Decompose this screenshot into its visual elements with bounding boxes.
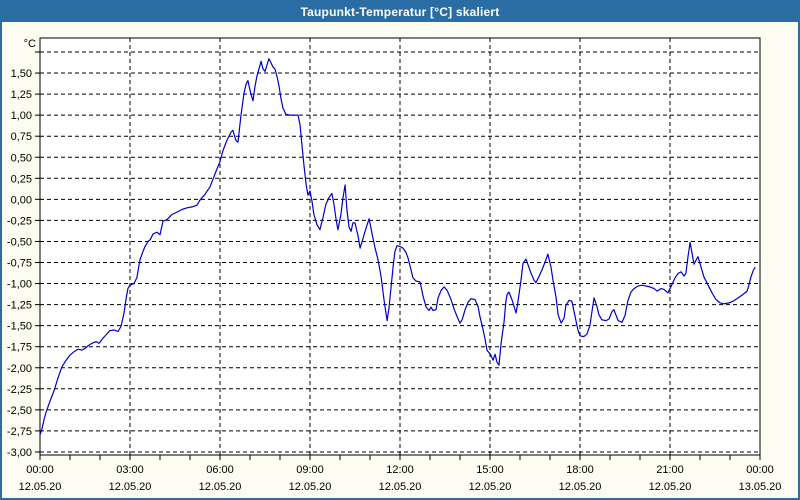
window-title: Taupunkt-Temperatur [°C] skaliert [300,5,500,19]
x-axis-time-labels: 00:00 03:00 06:00 09:00 12:00 15:00 18:00 21:00… [26,464,774,476]
svg-text:03:00: 03:00 [116,464,144,476]
svg-text:12.05.20: 12.05.20 [19,481,62,493]
y-axis-ticks [35,51,40,453]
svg-text:12:00: 12:00 [386,464,414,476]
svg-text:00:00: 00:00 [26,464,54,476]
svg-text:-1,50: -1,50 [7,321,32,333]
svg-text:1,50: 1,50 [11,68,32,80]
svg-text:09:00: 09:00 [296,464,324,476]
svg-text:12.05.20: 12.05.20 [289,481,332,493]
svg-text:18:00: 18:00 [566,464,594,476]
svg-text:00:00: 00:00 [746,464,774,476]
svg-text:15:00: 15:00 [476,464,504,476]
svg-text:-1,25: -1,25 [7,300,32,312]
svg-text:-2,00: -2,00 [7,363,32,375]
svg-text:-2,25: -2,25 [7,384,32,396]
svg-text:-1,75: -1,75 [7,342,32,354]
svg-text:12.05.20: 12.05.20 [559,481,602,493]
svg-text:12.05.20: 12.05.20 [199,481,242,493]
x-axis-ticks [39,455,761,460]
svg-text:0,00: 0,00 [11,194,32,206]
svg-text:-0,25: -0,25 [7,215,32,227]
svg-text:-3,00: -3,00 [7,447,32,459]
svg-text:1,25: 1,25 [11,89,32,101]
svg-text:12.05.20: 12.05.20 [649,481,692,493]
svg-text:12.05.20: 12.05.20 [109,481,152,493]
svg-text:-0,75: -0,75 [7,258,32,270]
svg-text:1,00: 1,00 [11,110,32,122]
y-axis-unit-label: °C [24,38,36,50]
svg-text:0,75: 0,75 [11,131,32,143]
svg-text:-1,00: -1,00 [7,279,32,291]
y-axis-labels: 1,50 1,25 1,00 0,75 0,50 0,25 0,00 -0,25 -0,50 -0… [7,68,32,459]
app-window: Taupunkt-Temperatur [°C] skaliert 1,50 1,… [0,0,800,500]
svg-text:-2,50: -2,50 [7,405,32,417]
title-bar[interactable]: Taupunkt-Temperatur [°C] skaliert [2,2,798,22]
svg-text:13.05.20: 13.05.20 [739,481,782,493]
svg-text:0,25: 0,25 [11,173,32,185]
svg-text:06:00: 06:00 [206,464,234,476]
svg-text:12.05.20: 12.05.20 [379,481,422,493]
svg-text:0,50: 0,50 [11,152,32,164]
dewpoint-line-chart: 1,50 1,25 1,00 0,75 0,50 0,25 0,00 -0,25 -0,50 -0… [7,37,782,493]
svg-text:12.05.20: 12.05.20 [469,481,512,493]
x-axis-date-labels: 12.05.20 12.05.20 12.05.20 12.05.20 12.05.20… [19,481,782,493]
svg-text:-2,75: -2,75 [7,426,32,438]
svg-text:-0,50: -0,50 [7,236,32,248]
svg-text:21:00: 21:00 [656,464,684,476]
